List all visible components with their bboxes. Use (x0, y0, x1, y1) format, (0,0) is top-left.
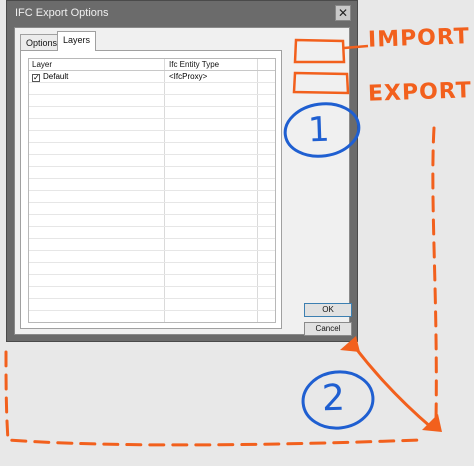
import-box (293, 38, 346, 64)
drag-arrow-head-start (340, 336, 360, 352)
dashed-path-bottom (4, 350, 422, 447)
annotation-layer (4, 38, 442, 447)
marker-2: 2 (321, 377, 347, 420)
export-annotation: EXPORT (367, 78, 473, 107)
import-annotation: IMPORT (367, 24, 471, 53)
export-box (292, 71, 350, 95)
import-pointer (343, 44, 369, 50)
dashed-path-right (431, 126, 438, 422)
tab-layers[interactable]: Layers (57, 31, 97, 51)
marker-1: 1 (307, 109, 332, 151)
